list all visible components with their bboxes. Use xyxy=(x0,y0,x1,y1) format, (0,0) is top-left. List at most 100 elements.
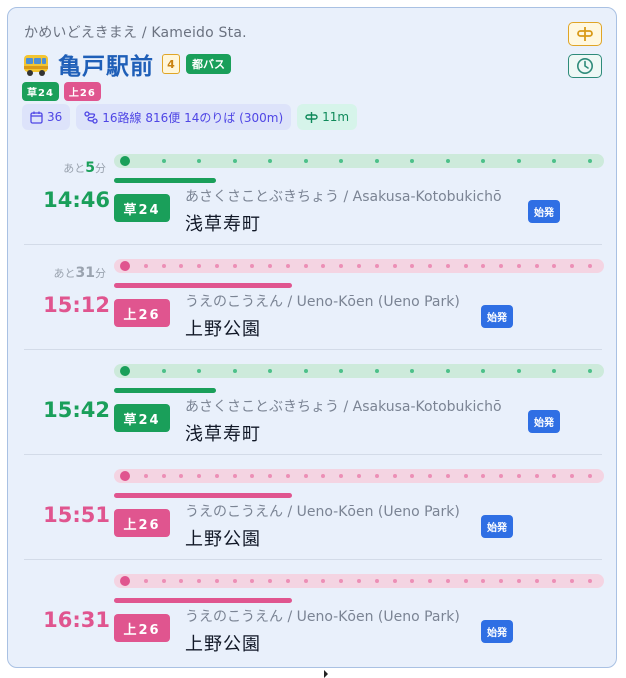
departure-row[interactable]: あと31分 15:12 上26 うえのこうえん / Ueno-Kōen (Ueno P… xyxy=(24,245,604,350)
stop-dot xyxy=(570,474,575,478)
stop-dot xyxy=(197,579,202,583)
remain-prefix: あと xyxy=(53,267,76,280)
stop-dot xyxy=(552,264,557,268)
stop-dot xyxy=(481,369,486,373)
stop-dot xyxy=(197,264,202,268)
stop-dot xyxy=(321,579,326,583)
stop-dot xyxy=(321,474,326,478)
destination-reading: うえのこうえん / Ueno-Kōen (Ueno Park) xyxy=(185,294,460,310)
destination-name: 上野公園 xyxy=(185,529,261,550)
timetable-button[interactable] xyxy=(568,54,602,78)
stop-dot xyxy=(303,579,308,583)
current-stop-dot xyxy=(120,366,130,376)
stop-dot xyxy=(339,579,344,583)
stop-dot xyxy=(250,264,255,268)
departure-row[interactable]: 16:31 上26 うえのこうえん / Ueno-Kōen (Ueno Park) 上… xyxy=(24,560,604,664)
stop-title-row: 亀戸駅前 4 都バス xyxy=(22,50,231,80)
calendar-count: 36 xyxy=(47,110,63,124)
stop-dot xyxy=(588,159,592,163)
stop-dot xyxy=(339,159,344,163)
stop-dot xyxy=(197,369,202,373)
progress-track xyxy=(114,259,604,273)
stop-dot xyxy=(161,264,166,268)
stop-dot xyxy=(374,369,379,373)
stop-dot xyxy=(481,159,486,163)
stop-dot xyxy=(179,264,184,268)
route-badge: 上26 xyxy=(114,299,170,327)
departure-time: 15:51 xyxy=(43,503,110,527)
stop-dot xyxy=(588,264,592,268)
destination-name: 浅草寿町 xyxy=(185,424,261,445)
stop-dot xyxy=(481,264,486,268)
destination-reading: あさくさことぶきちょう / Asakusa-Kotobukichō xyxy=(185,399,502,415)
remain-unit: 分 xyxy=(95,162,106,175)
departure-time: 15:12 xyxy=(43,293,110,317)
first-stop-badge: 始発 xyxy=(481,305,513,328)
stop-dot xyxy=(250,579,255,583)
stop-dot xyxy=(499,579,504,583)
stop-sign-icon xyxy=(305,111,318,123)
walk-time-info[interactable]: 11m xyxy=(297,104,358,130)
route-badge: 草24 xyxy=(114,404,170,432)
stop-dot xyxy=(232,264,237,268)
stop-dot xyxy=(516,264,521,268)
stop-dot xyxy=(410,369,415,373)
time-remaining: あと5分 xyxy=(63,160,106,176)
stop-dot xyxy=(499,264,504,268)
stop-reading: かめいどえきまえ / Kameido Sta. xyxy=(24,25,247,41)
walk-time: 11m xyxy=(322,110,350,124)
stop-dot xyxy=(161,579,166,583)
time-remaining: あと31分 xyxy=(54,265,106,281)
route-chip[interactable]: 草24 xyxy=(22,82,59,101)
destination-reading: うえのこうえん / Ueno-Kōen (Ueno Park) xyxy=(185,609,460,625)
stop-dot xyxy=(321,264,326,268)
stop-dot xyxy=(392,474,397,478)
mouse-cursor xyxy=(324,670,328,678)
stop-dot xyxy=(285,264,290,268)
remain-value: 31 xyxy=(75,265,95,281)
stop-dot xyxy=(339,264,344,268)
stop-dot xyxy=(268,264,273,268)
route-summary-info[interactable]: 16路線 816便 14のりば (300m) xyxy=(76,104,292,130)
stop-dot xyxy=(481,579,486,583)
departure-row[interactable]: 15:51 上26 うえのこうえん / Ueno-Kōen (Ueno Park) 上… xyxy=(24,455,604,560)
current-stop-dot xyxy=(120,576,130,586)
departure-time: 15:42 xyxy=(43,398,110,422)
destination-name: 上野公園 xyxy=(185,319,261,340)
stop-dot xyxy=(588,369,592,373)
stop-dot xyxy=(570,579,575,583)
route-badge: 草24 xyxy=(114,194,170,222)
route-length-bar xyxy=(114,178,216,183)
stop-sign-button[interactable] xyxy=(568,22,602,46)
stop-dot xyxy=(552,159,557,163)
route-chip[interactable]: 上26 xyxy=(63,82,101,101)
calendar-info[interactable]: 36 xyxy=(22,104,71,130)
stop-dot xyxy=(428,474,433,478)
stop-dot xyxy=(268,159,273,163)
stop-dot xyxy=(339,369,344,373)
departure-row[interactable]: 15:42 草24 あさくさことぶきちょう / Asakusa-Kotobukich… xyxy=(24,350,604,455)
stop-dot xyxy=(303,264,308,268)
stop-dot xyxy=(268,369,273,373)
stop-dot xyxy=(374,159,379,163)
route-icon xyxy=(84,110,98,124)
departure-list: あと5分 14:46 草24 あさくさことぶきちょう / Asakusa-Kotobu… xyxy=(24,140,604,664)
stop-dot xyxy=(588,474,592,478)
stop-dot xyxy=(374,474,379,478)
remain-prefix: あと xyxy=(63,162,86,175)
clock-icon xyxy=(577,58,593,74)
first-stop-badge: 始発 xyxy=(481,515,513,538)
stop-dot xyxy=(534,579,539,583)
stop-dot xyxy=(552,474,557,478)
info-row: 36 16路線 816便 14のりば (300m) 11m xyxy=(22,104,358,130)
platform-count-badge: 4 xyxy=(162,54,180,74)
progress-track xyxy=(114,154,604,168)
departure-row[interactable]: あと5分 14:46 草24 あさくさことぶきちょう / Asakusa-Kotobu… xyxy=(24,140,604,245)
first-stop-badge: 始発 xyxy=(528,410,560,433)
stop-dot xyxy=(179,579,184,583)
stop-dot xyxy=(570,264,575,268)
stop-dot xyxy=(516,579,521,583)
stop-dot xyxy=(516,474,521,478)
stop-dot xyxy=(374,264,379,268)
stop-dot xyxy=(250,474,255,478)
